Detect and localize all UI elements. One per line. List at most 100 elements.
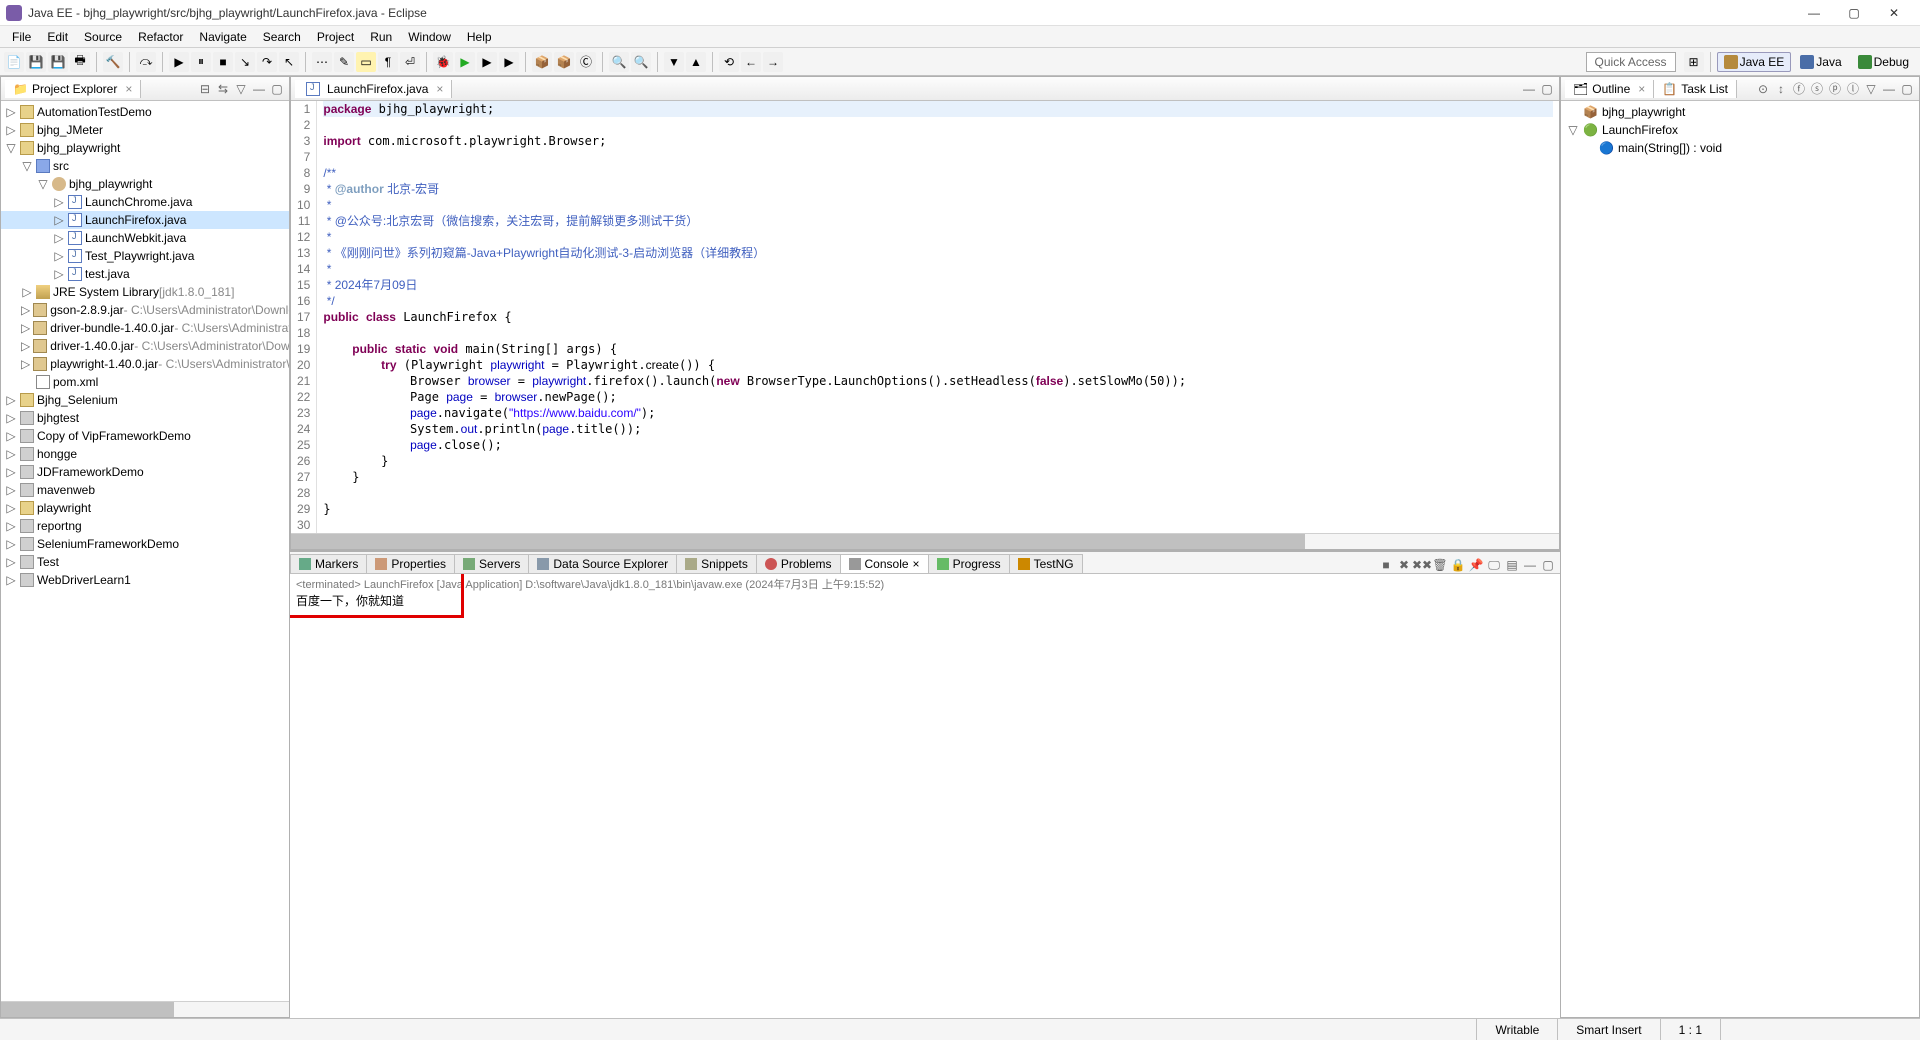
run-last-button[interactable]: ▶ [499,52,519,72]
menu-navigate[interactable]: Navigate [191,28,254,46]
resume-button[interactable]: ▶ [169,52,189,72]
scroll-lock-button[interactable]: 🔒 [1450,557,1466,573]
tree-item[interactable]: ▷mavenweb [1,481,289,499]
horizontal-scrollbar[interactable] [1,1001,289,1017]
save-button[interactable]: 💾 [26,52,46,72]
tab-outline[interactable]: 🗂Outline× [1565,80,1654,98]
code-line[interactable]: * [323,229,1553,245]
view-menu-button[interactable]: ▽ [1863,81,1879,97]
close-button[interactable]: ✕ [1874,0,1914,26]
menu-refactor[interactable]: Refactor [130,28,191,46]
tree-item[interactable]: ▷bjhg_JMeter [1,121,289,139]
menu-edit[interactable]: Edit [39,28,76,46]
expand-icon[interactable]: ▷ [5,573,17,587]
minimize-button[interactable]: — [1794,0,1834,26]
minimize-view-button[interactable]: — [251,81,267,97]
expand-icon[interactable]: ▷ [5,483,17,497]
close-icon[interactable]: × [1638,82,1645,96]
expand-icon[interactable]: ▷ [5,465,17,479]
code-line[interactable] [323,149,1553,165]
code-line[interactable]: } [323,453,1553,469]
tab-properties[interactable]: Properties [366,554,455,573]
expand-icon[interactable]: ▷ [53,213,65,227]
open-console-button[interactable]: ▤ [1504,557,1520,573]
menu-window[interactable]: Window [400,28,459,46]
tree-item[interactable]: ▷driver-bundle-1.40.0.jar - C:\Users\Adm… [1,319,289,337]
code-line[interactable] [323,325,1553,341]
tree-item[interactable]: ▽bjhg_playwright [1,139,289,157]
pin-console-button[interactable]: 📌 [1468,557,1484,573]
code-line[interactable]: * [323,261,1553,277]
menu-source[interactable]: Source [76,28,130,46]
tree-item[interactable]: ▷SeleniumFrameworkDemo [1,535,289,553]
tree-item[interactable]: ▷playwright-1.40.0.jar - C:\Users\Admini… [1,355,289,373]
code-line[interactable]: public class LaunchFirefox { [323,309,1553,325]
display-console-button[interactable]: 🖵 [1486,557,1502,573]
code-line[interactable]: * @author 北京-宏哥 [323,181,1553,197]
expand-icon[interactable]: ▷ [5,447,17,461]
hide-non-public-button[interactable]: ⓟ [1827,81,1843,97]
expand-icon[interactable]: ▷ [5,411,17,425]
expand-icon[interactable]: ▷ [5,393,17,407]
expand-icon[interactable]: ▷ [21,285,33,299]
console-output[interactable]: <terminated> LaunchFirefox [Java Applica… [290,574,1560,1018]
tree-item[interactable]: ▷bjhgtest [1,409,289,427]
tree-item[interactable]: ▽src [1,157,289,175]
tree-item[interactable]: ▷Test [1,553,289,571]
code-line[interactable]: public static void main(String[] args) { [323,341,1553,357]
coverage-dropdown[interactable]: ▶ [477,52,497,72]
new-button[interactable]: 📄 [4,52,24,72]
menu-search[interactable]: Search [255,28,309,46]
expand-icon[interactable]: ▷ [5,555,17,569]
expand-icon[interactable]: ▷ [53,267,65,281]
step-into-button[interactable]: ↘ [235,52,255,72]
project-explorer-tab[interactable]: 📁 Project Explorer × [5,80,141,98]
maximize-button[interactable]: ▢ [1834,0,1874,26]
tab-data-source-explorer[interactable]: Data Source Explorer [528,554,677,573]
expand-icon[interactable]: ▷ [53,231,65,245]
tab-problems[interactable]: Problems [756,554,841,573]
sort-button[interactable]: ↕ [1773,81,1789,97]
quick-access-input[interactable]: Quick Access [1586,52,1676,72]
tree-item[interactable]: ▷hongge [1,445,289,463]
tree-item[interactable]: ▷JRE System Library [jdk1.8.0_181] [1,283,289,301]
code-line[interactable] [323,485,1553,501]
editor-tab[interactable]: LaunchFirefox.java × [295,80,452,98]
search-button[interactable]: 🔍 [631,52,651,72]
remove-all-button[interactable]: ✖✖ [1414,557,1430,573]
focus-button[interactable]: ⊙ [1755,81,1771,97]
menu-project[interactable]: Project [309,28,362,46]
code-line[interactable]: package bjhg_playwright; [323,101,1553,117]
tree-item[interactable]: pom.xml [1,373,289,391]
code-line[interactable]: * 2024年7月09日 [323,277,1553,293]
tree-item[interactable]: ▷AutomationTestDemo [1,103,289,121]
hide-static-button[interactable]: ⓢ [1809,81,1825,97]
menu-run[interactable]: Run [362,28,400,46]
next-annotation-button[interactable]: ▼ [664,52,684,72]
tab-markers[interactable]: Markers [290,554,367,573]
perspective-java-ee[interactable]: Java EE [1717,52,1792,72]
menu-help[interactable]: Help [459,28,500,46]
link-editor-button[interactable]: ⇆ [215,81,231,97]
clear-console-button[interactable]: 🗑 [1432,557,1448,573]
expand-icon[interactable]: ▷ [53,249,65,263]
editor-scrollbar[interactable] [291,533,1559,549]
tree-item[interactable]: ▷driver-1.40.0.jar - C:\Users\Administra… [1,337,289,355]
code-line[interactable]: * [323,197,1553,213]
collapse-all-button[interactable]: ⊟ [197,81,213,97]
expand-icon[interactable]: ▷ [5,519,17,533]
code-line[interactable]: import com.microsoft.playwright.Browser; [323,133,1553,149]
expand-icon[interactable]: ▽ [5,141,17,155]
step-return-button[interactable]: ↖ [279,52,299,72]
code-line[interactable] [323,117,1553,133]
new-class-button[interactable]: Ⓒ [576,52,596,72]
suspend-button[interactable]: ⏸ [191,52,211,72]
code-line[interactable]: Page page = browser.newPage(); [323,389,1553,405]
tab-task-list[interactable]: 📋Task List [1654,80,1737,98]
tab-testng[interactable]: TestNG [1009,554,1083,573]
tree-item[interactable]: ▷reportng [1,517,289,535]
outline-tree[interactable]: 📦bjhg_playwright▽🟢LaunchFirefox🔵main(Str… [1561,101,1919,1017]
tree-item[interactable]: ▷LaunchChrome.java [1,193,289,211]
tree-item[interactable]: ▷Test_Playwright.java [1,247,289,265]
tree-item[interactable]: ▷LaunchFirefox.java [1,211,289,229]
